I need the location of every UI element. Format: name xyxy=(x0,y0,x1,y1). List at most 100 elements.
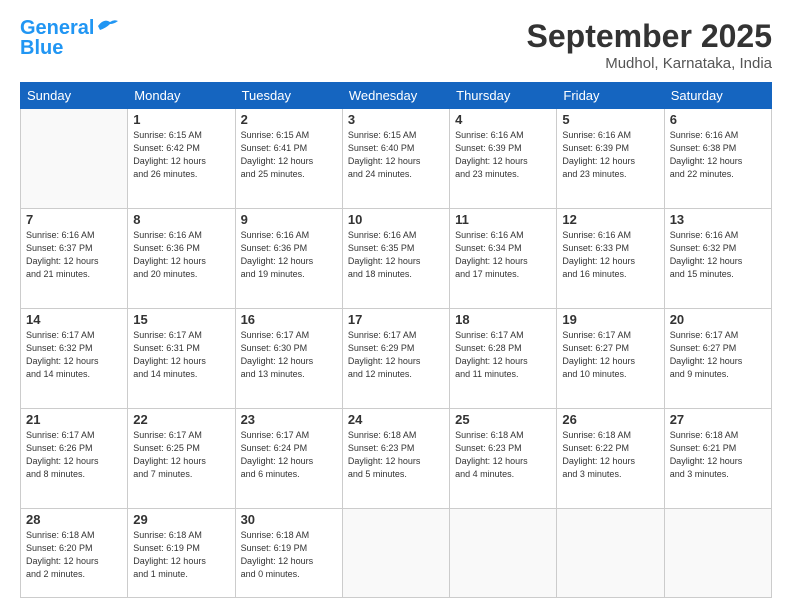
day-info: Sunrise: 6:16 AMSunset: 6:34 PMDaylight:… xyxy=(455,229,551,281)
day-info: Sunrise: 6:16 AMSunset: 6:35 PMDaylight:… xyxy=(348,229,444,281)
week-row-5: 28 Sunrise: 6:18 AMSunset: 6:20 PMDayligh… xyxy=(21,509,772,598)
logo-general: General xyxy=(20,17,94,39)
day-number: 6 xyxy=(670,112,766,127)
col-header-sunday: Sunday xyxy=(21,83,128,109)
day-cell xyxy=(557,509,664,598)
day-number: 28 xyxy=(26,512,122,527)
day-number: 7 xyxy=(26,212,122,227)
day-cell xyxy=(342,509,449,598)
day-number: 1 xyxy=(133,112,229,127)
day-cell: 18Sunrise: 6:17 AMSunset: 6:28 PMDayligh… xyxy=(450,309,557,409)
day-number: 10 xyxy=(348,212,444,227)
day-cell xyxy=(21,109,128,209)
logo-text: General xyxy=(20,18,94,38)
day-info: Sunrise: 6:18 AMSunset: 6:21 PMDaylight:… xyxy=(670,429,766,481)
title-block: September 2025 Mudhol, Karnataka, India xyxy=(527,18,772,72)
day-cell: 8 Sunrise: 6:16 AMSunset: 6:36 PMDaylight… xyxy=(128,209,235,309)
day-cell: 9Sunrise: 6:16 AMSunset: 6:36 PMDaylight… xyxy=(235,209,342,309)
header-row: SundayMondayTuesdayWednesdayThursdayFrid… xyxy=(21,83,772,109)
day-cell xyxy=(664,509,771,598)
day-cell: 1 Sunrise: 6:15 AMSunset: 6:42 PMDaylight… xyxy=(128,109,235,209)
day-info: Sunrise: 6:16 AMSunset: 6:36 PMDaylight:… xyxy=(133,229,229,281)
col-header-tuesday: Tuesday xyxy=(235,83,342,109)
day-info: Sunrise: 6:18 AMSunset: 6:19 PMDaylight:… xyxy=(241,529,337,581)
day-cell: 7 Sunrise: 6:16 AMSunset: 6:37 PMDaylight… xyxy=(21,209,128,309)
day-number: 8 xyxy=(133,212,229,227)
day-info: Sunrise: 6:18 AMSunset: 6:23 PMDaylight:… xyxy=(455,429,551,481)
day-number: 30 xyxy=(241,512,337,527)
day-cell: 26 Sunrise: 6:18 AMSunset: 6:22 PMDayligh… xyxy=(557,409,664,509)
day-number: 27 xyxy=(670,412,766,427)
week-row-3: 14Sunrise: 6:17 AMSunset: 6:32 PMDayligh… xyxy=(21,309,772,409)
day-cell: 29 Sunrise: 6:18 AMSunset: 6:19 PMDayligh… xyxy=(128,509,235,598)
day-number: 29 xyxy=(133,512,229,527)
logo-bird-icon xyxy=(96,18,118,34)
day-cell: 25 Sunrise: 6:18 AMSunset: 6:23 PMDayligh… xyxy=(450,409,557,509)
day-number: 14 xyxy=(26,312,122,327)
day-number: 11 xyxy=(455,212,551,227)
day-number: 17 xyxy=(348,312,444,327)
day-number: 24 xyxy=(348,412,444,427)
logo-blue: Blue xyxy=(20,38,63,58)
day-info: Sunrise: 6:18 AMSunset: 6:19 PMDaylight:… xyxy=(133,529,229,581)
day-info: Sunrise: 6:16 AMSunset: 6:33 PMDaylight:… xyxy=(562,229,658,281)
day-number: 9 xyxy=(241,212,337,227)
day-cell: 13 Sunrise: 6:16 AMSunset: 6:32 PMDayligh… xyxy=(664,209,771,309)
day-number: 20 xyxy=(670,312,766,327)
day-info: Sunrise: 6:18 AMSunset: 6:22 PMDaylight:… xyxy=(562,429,658,481)
week-row-1: 1 Sunrise: 6:15 AMSunset: 6:42 PMDaylight… xyxy=(21,109,772,209)
week-row-2: 7 Sunrise: 6:16 AMSunset: 6:37 PMDaylight… xyxy=(21,209,772,309)
day-number: 16 xyxy=(241,312,337,327)
day-number: 3 xyxy=(348,112,444,127)
day-info: Sunrise: 6:17 AMSunset: 6:25 PMDaylight:… xyxy=(133,429,229,481)
header: General Blue September 2025 Mudhol, Karn… xyxy=(20,18,772,72)
day-info: Sunrise: 6:15 AMSunset: 6:42 PMDaylight:… xyxy=(133,129,229,181)
day-cell: 4Sunrise: 6:16 AMSunset: 6:39 PMDaylight… xyxy=(450,109,557,209)
day-number: 23 xyxy=(241,412,337,427)
day-info: Sunrise: 6:17 AMSunset: 6:29 PMDaylight:… xyxy=(348,329,444,381)
day-cell: 6 Sunrise: 6:16 AMSunset: 6:38 PMDaylight… xyxy=(664,109,771,209)
day-info: Sunrise: 6:18 AMSunset: 6:20 PMDaylight:… xyxy=(26,529,122,581)
day-cell: 17 Sunrise: 6:17 AMSunset: 6:29 PMDayligh… xyxy=(342,309,449,409)
day-info: Sunrise: 6:16 AMSunset: 6:32 PMDaylight:… xyxy=(670,229,766,281)
day-info: Sunrise: 6:16 AMSunset: 6:39 PMDaylight:… xyxy=(562,129,658,181)
col-header-thursday: Thursday xyxy=(450,83,557,109)
day-number: 15 xyxy=(133,312,229,327)
day-cell: 20 Sunrise: 6:17 AMSunset: 6:27 PMDayligh… xyxy=(664,309,771,409)
day-cell: 11 Sunrise: 6:16 AMSunset: 6:34 PMDayligh… xyxy=(450,209,557,309)
day-info: Sunrise: 6:15 AMSunset: 6:41 PMDaylight:… xyxy=(241,129,337,181)
day-cell: 10 Sunrise: 6:16 AMSunset: 6:35 PMDayligh… xyxy=(342,209,449,309)
day-cell: 22 Sunrise: 6:17 AMSunset: 6:25 PMDayligh… xyxy=(128,409,235,509)
day-number: 2 xyxy=(241,112,337,127)
col-header-monday: Monday xyxy=(128,83,235,109)
day-info: Sunrise: 6:17 AMSunset: 6:30 PMDaylight:… xyxy=(241,329,337,381)
day-info: Sunrise: 6:15 AMSunset: 6:40 PMDaylight:… xyxy=(348,129,444,181)
day-cell: 2 Sunrise: 6:15 AMSunset: 6:41 PMDaylight… xyxy=(235,109,342,209)
day-number: 26 xyxy=(562,412,658,427)
day-cell: 27 Sunrise: 6:18 AMSunset: 6:21 PMDayligh… xyxy=(664,409,771,509)
page: General Blue September 2025 Mudhol, Karn… xyxy=(0,0,792,612)
location-subtitle: Mudhol, Karnataka, India xyxy=(527,55,772,72)
col-header-saturday: Saturday xyxy=(664,83,771,109)
day-info: Sunrise: 6:16 AMSunset: 6:37 PMDaylight:… xyxy=(26,229,122,281)
day-cell: 21Sunrise: 6:17 AMSunset: 6:26 PMDayligh… xyxy=(21,409,128,509)
day-number: 4 xyxy=(455,112,551,127)
day-cell: 23 Sunrise: 6:17 AMSunset: 6:24 PMDayligh… xyxy=(235,409,342,509)
day-number: 25 xyxy=(455,412,551,427)
calendar-table: SundayMondayTuesdayWednesdayThursdayFrid… xyxy=(20,82,772,598)
logo: General Blue xyxy=(20,18,118,58)
day-number: 22 xyxy=(133,412,229,427)
col-header-wednesday: Wednesday xyxy=(342,83,449,109)
day-info: Sunrise: 6:17 AMSunset: 6:28 PMDaylight:… xyxy=(455,329,551,381)
day-info: Sunrise: 6:17 AMSunset: 6:27 PMDaylight:… xyxy=(670,329,766,381)
week-row-4: 21Sunrise: 6:17 AMSunset: 6:26 PMDayligh… xyxy=(21,409,772,509)
day-info: Sunrise: 6:17 AMSunset: 6:27 PMDaylight:… xyxy=(562,329,658,381)
day-cell: 19 Sunrise: 6:17 AMSunset: 6:27 PMDayligh… xyxy=(557,309,664,409)
col-header-friday: Friday xyxy=(557,83,664,109)
day-info: Sunrise: 6:16 AMSunset: 6:38 PMDaylight:… xyxy=(670,129,766,181)
day-number: 13 xyxy=(670,212,766,227)
day-cell: 3 Sunrise: 6:15 AMSunset: 6:40 PMDaylight… xyxy=(342,109,449,209)
day-number: 19 xyxy=(562,312,658,327)
day-number: 5 xyxy=(562,112,658,127)
day-info: Sunrise: 6:17 AMSunset: 6:24 PMDaylight:… xyxy=(241,429,337,481)
